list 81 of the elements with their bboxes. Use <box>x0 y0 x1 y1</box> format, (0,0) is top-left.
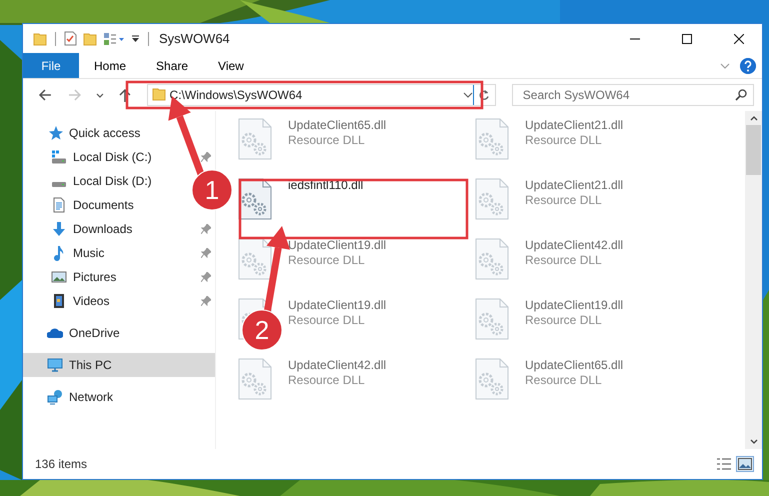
address-field[interactable]: C:\Windows\SysWOW64 <box>166 88 463 102</box>
pin-icon[interactable] <box>201 152 211 162</box>
refresh-icon <box>478 89 490 101</box>
file-type: Resource DLL <box>288 313 365 328</box>
step-badge: 1 <box>192 170 232 210</box>
pin-icon[interactable] <box>201 296 211 306</box>
sidebar-item[interactable]: Music <box>23 241 108 265</box>
sidebar-item[interactable]: OneDrive <box>23 321 124 345</box>
gear-file-icon <box>475 118 509 160</box>
star-icon <box>47 125 63 141</box>
scrollbar[interactable] <box>745 111 762 449</box>
search-icon <box>735 89 747 101</box>
file-tab[interactable]: File <box>23 53 79 78</box>
back-arrow-icon[interactable] <box>37 87 53 103</box>
file-name[interactable]: UpdateClient19.dll <box>288 298 386 313</box>
search-box[interactable]: Search SysWOW64 <box>512 84 754 106</box>
file-type: Resource DLL <box>525 313 602 328</box>
gear-file-icon <box>475 238 509 280</box>
close-icon <box>734 34 744 44</box>
large-icons-view-button[interactable] <box>736 456 754 472</box>
gear-file-icon <box>475 358 509 400</box>
file-name[interactable]: UpdateClient21.dll <box>525 118 624 133</box>
file-name[interactable]: UpdateClient65.dll <box>288 118 386 133</box>
sidebar-item[interactable]: Videos <box>23 289 114 313</box>
pin-icon[interactable] <box>201 272 211 282</box>
details-list-icon <box>716 458 732 470</box>
sidebar-item[interactable]: Pictures <box>23 265 120 289</box>
file-name[interactable]: UpdateClient42.dll <box>525 238 624 253</box>
ribbon-tab[interactable]: Home <box>79 53 142 78</box>
drive-icon <box>51 182 67 186</box>
monitor-icon <box>47 357 63 373</box>
sidebar-item[interactable]: Local Disk (C:) <box>23 145 156 169</box>
file-type: Resource DLL <box>288 133 365 148</box>
file-type: Resource DLL <box>525 373 602 388</box>
file-name[interactable]: UpdateClient19.dll <box>525 298 624 313</box>
gear-file-icon <box>238 238 272 280</box>
scroll-thumb[interactable] <box>746 125 761 175</box>
sidebar-item[interactable]: This PC <box>23 353 215 377</box>
sidebar-item[interactable]: Quick access <box>23 121 144 145</box>
sidebar-item[interactable]: Downloads <box>23 217 136 241</box>
document-icon <box>51 197 67 213</box>
file-name[interactable]: UpdateClient21.dll <box>525 178 624 193</box>
file-type: Resource DLL <box>525 133 602 148</box>
sidebar-item[interactable]: Documents <box>23 193 138 217</box>
pin-icon[interactable] <box>201 224 211 234</box>
checklist-icon[interactable] <box>64 31 77 46</box>
file-name[interactable]: UpdateClient19.dll <box>288 238 386 253</box>
help-icon[interactable] <box>740 58 756 74</box>
view-options-icon[interactable] <box>103 32 125 46</box>
ribbon-tab[interactable]: View <box>203 53 259 78</box>
file-type: Resource DLL <box>288 373 365 388</box>
search-field[interactable]: Search SysWOW64 <box>520 87 735 103</box>
download-arrow-icon <box>51 221 67 237</box>
gear-file-icon <box>475 178 509 220</box>
file-type: Resource DLL <box>525 253 602 268</box>
drive-icon <box>51 149 67 165</box>
network-icon <box>47 389 63 405</box>
gear-file-icon <box>475 298 509 340</box>
file-name[interactable]: UpdateClient42.dll <box>288 358 386 373</box>
gear-file-icon <box>238 358 272 400</box>
pin-icon[interactable] <box>201 248 211 258</box>
item-count: 136 items <box>35 457 88 471</box>
picture-icon <box>51 269 67 285</box>
window-title: SysWOW64 <box>159 31 230 46</box>
chevron-down-icon[interactable] <box>462 91 473 99</box>
gear-file-icon <box>238 118 272 160</box>
file-type: Resource DLL <box>288 253 365 268</box>
film-icon <box>51 293 67 309</box>
picture-icon <box>738 458 752 470</box>
up-arrow-icon[interactable] <box>116 87 133 103</box>
sidebar-item[interactable]: Network <box>23 385 118 409</box>
step-badge: 2 <box>242 310 282 350</box>
ribbon-tab[interactable]: Share <box>141 53 204 78</box>
file-name[interactable]: iedsfintl110.dll <box>288 178 364 193</box>
address-bar[interactable]: C:\Windows\SysWOW64 <box>146 84 496 106</box>
file-name[interactable]: UpdateClient65.dll <box>525 358 624 373</box>
details-view-button[interactable] <box>715 456 733 472</box>
file-type: Resource DLL <box>525 193 602 208</box>
dropdown-icon[interactable] <box>131 34 140 44</box>
maximize-icon <box>682 34 692 44</box>
sidebar-item[interactable]: Local Disk (D:) <box>23 169 156 193</box>
